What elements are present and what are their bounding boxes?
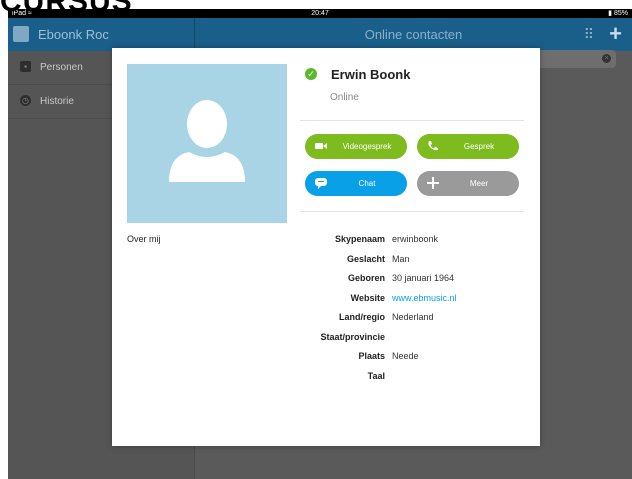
call-button[interactable]: Gesprek (417, 134, 519, 159)
chat-bubble-icon (315, 178, 327, 189)
battery-icon: ▮ (608, 10, 613, 17)
chat-button[interactable]: Chat (305, 171, 407, 196)
detail-row-skypename: Skypenaam erwinboonk (334, 234, 439, 244)
clock-icon: ◷ (20, 95, 31, 106)
more-button[interactable]: Meer (417, 171, 519, 196)
battery-indicator: ▮ 85% (608, 10, 628, 17)
online-status-icon: ✓ (305, 68, 317, 80)
contacts-icon: ▪ (20, 61, 31, 72)
detail-row-website: Website www.ebmusic.nl (350, 292, 457, 303)
plus-icon[interactable]: + (609, 21, 622, 47)
clear-icon[interactable]: × (602, 54, 611, 63)
divider (300, 120, 524, 121)
account-name[interactable]: Eboonk Roc (38, 18, 109, 51)
detail-row-gender: Geslacht Man (346, 253, 410, 264)
website-link[interactable]: www.ebmusic.nl (392, 293, 457, 303)
phone-icon (428, 141, 438, 151)
detail-row-country: Land/regio Nederland (338, 312, 434, 322)
contact-name: Erwin Boonk (331, 67, 411, 82)
sidebar-item-label: Personen (40, 62, 83, 73)
video-call-button[interactable]: Videogesprek (305, 134, 407, 159)
search-input[interactable]: × (530, 50, 616, 68)
details-list: Skypenaam erwinboonk Geslacht Man Geboren 3… (300, 234, 530, 390)
profile-modal: ✓ Erwin Boonk Online Videogesprek Gespre… (112, 48, 540, 446)
divider (300, 211, 524, 212)
overlay-title: CURSUS (0, 0, 133, 18)
detail-row-language: Taal (367, 370, 385, 381)
about-heading: Over mij (127, 234, 161, 244)
contact-status: Online (330, 92, 359, 103)
detail-row-city: Plaats Neede (358, 351, 419, 361)
avatar[interactable] (13, 26, 29, 42)
account-pane[interactable]: Eboonk Roc (8, 18, 195, 51)
detail-row-state: Staat/provincie (320, 331, 385, 342)
app-header: Eboonk Roc Online contacten ⠿ + (8, 18, 632, 51)
video-camera-icon (315, 143, 327, 149)
profile-photo (127, 64, 287, 223)
detail-row-birthdate: Geboren 30 januari 1964 (347, 273, 455, 283)
person-silhouette-icon (169, 100, 245, 182)
page-title: Online contacten (364, 27, 463, 42)
dialpad-icon[interactable]: ⠿ (584, 26, 594, 43)
sidebar-item-label: Historie (40, 96, 74, 107)
plus-icon (427, 177, 439, 189)
